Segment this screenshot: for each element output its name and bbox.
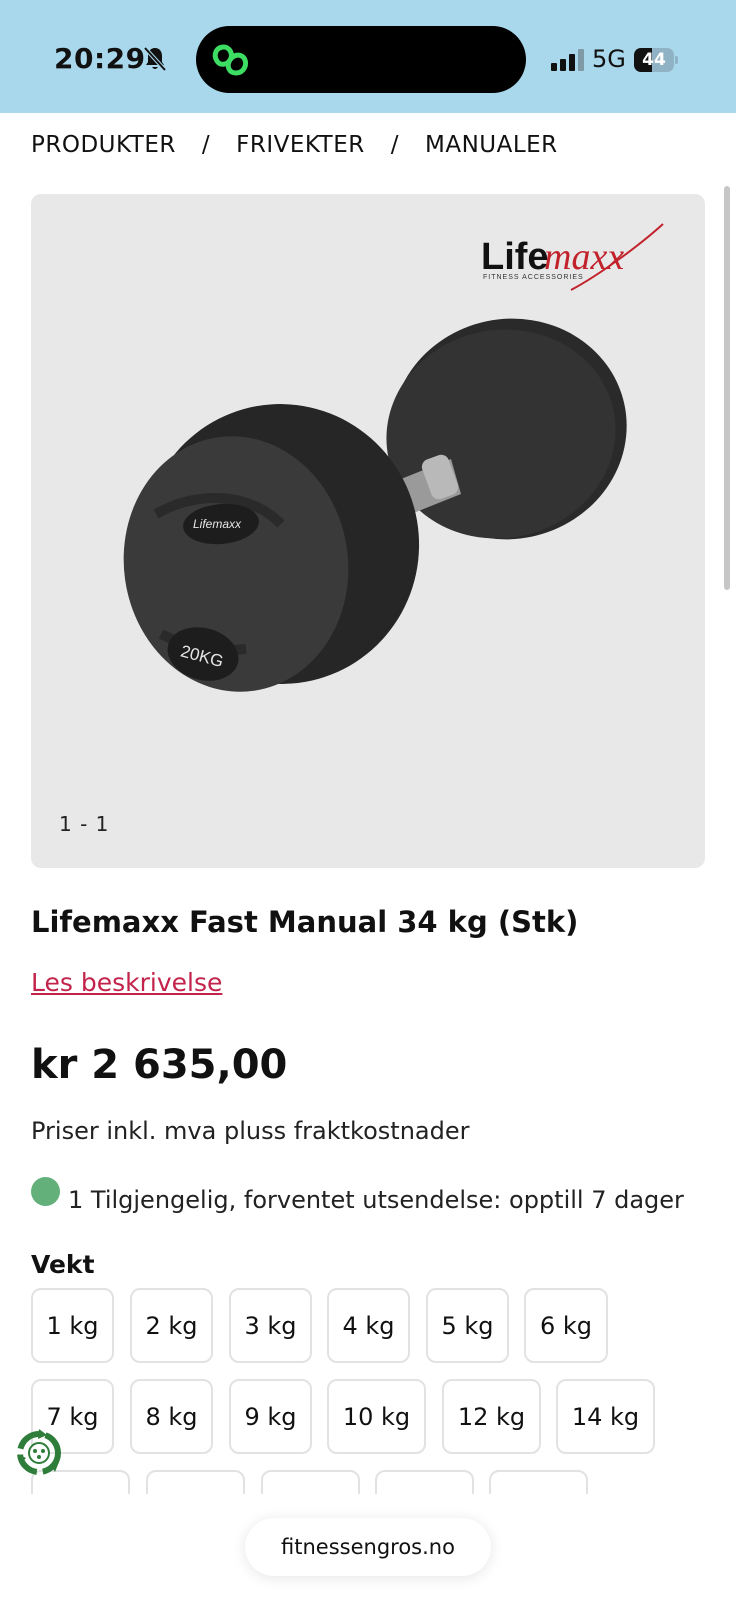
recycle-icon[interactable] [12, 1426, 66, 1480]
weight-option[interactable]: 2 kg [130, 1288, 213, 1363]
breadcrumb: PRODUKTER / FRIVEKTER / MANUALER [31, 128, 558, 162]
battery-icon: 44 [634, 48, 678, 72]
bell-muted-icon [143, 46, 167, 72]
weight-option[interactable]: 5 kg [426, 1288, 509, 1363]
breadcrumb-separator: / [201, 132, 211, 158]
weight-option[interactable]: 8 kg [130, 1379, 213, 1454]
weight-option[interactable]: 6 kg [524, 1288, 608, 1363]
breadcrumb-manualer[interactable]: MANUALER [425, 132, 558, 158]
image-counter: 1 - 1 [59, 812, 110, 836]
page-scrollbar[interactable] [724, 186, 730, 590]
url-bar[interactable]: fitnessengros.no [245, 1518, 491, 1576]
breadcrumb-produkter[interactable]: PRODUKTER [31, 132, 176, 158]
brand-logo: Life maxx FITNESS ACCESSORIES [481, 223, 664, 291]
read-description-link[interactable]: Les beskrivelse [31, 968, 222, 997]
weight-option[interactable]: 10 kg [327, 1379, 426, 1454]
product-title: Lifemaxx Fast Manual 34 kg (Stk) [31, 905, 579, 939]
dumbbell: Lifemaxx 20KG [123, 318, 627, 692]
status-time: 20:29 [54, 42, 146, 75]
breadcrumb-frivekter[interactable]: FRIVEKTER [236, 132, 365, 158]
weight-option[interactable]: 9 kg [229, 1379, 312, 1454]
signal-icon [551, 49, 584, 71]
product-image-gallery[interactable]: Life maxx FITNESS ACCESSORIES Lifemaxx 2… [31, 194, 705, 868]
network-type: 5G [592, 45, 626, 73]
stock-text: 1 Tilgjengelig, forventet utsendelse: op… [68, 1185, 684, 1214]
app-logo-icon [212, 44, 249, 76]
brand-tagline: FITNESS ACCESSORIES [483, 274, 584, 281]
battery-percent: 44 [642, 50, 666, 70]
price-note: Priser inkl. mva pluss fraktkostnader [31, 1117, 470, 1145]
weight-option[interactable]: 1 kg [31, 1288, 114, 1363]
product-image: Life maxx FITNESS ACCESSORIES Lifemaxx 2… [123, 223, 664, 692]
brand-logo-text-maxx: maxx [544, 236, 624, 278]
stock-status: 1 Tilgjengelig, forventet utsendelse: op… [31, 1177, 684, 1214]
weight-option[interactable]: 14 kg [556, 1379, 655, 1454]
stock-indicator-icon [31, 1177, 60, 1206]
breadcrumb-separator: / [390, 132, 399, 158]
product-price: kr 2 635,00 [31, 1042, 288, 1088]
weight-option[interactable]: 4 kg [327, 1288, 410, 1363]
dynamic-island [196, 26, 526, 93]
weight-option[interactable]: 3 kg [229, 1288, 312, 1363]
status-bar: 20:29 5G 44 [0, 0, 736, 113]
brand-logo-text-life: Life [481, 236, 549, 278]
weight-label: Vekt [31, 1250, 95, 1279]
dumbbell-brand: Lifemaxx [193, 517, 242, 531]
weight-option[interactable]: 12 kg [442, 1379, 541, 1454]
